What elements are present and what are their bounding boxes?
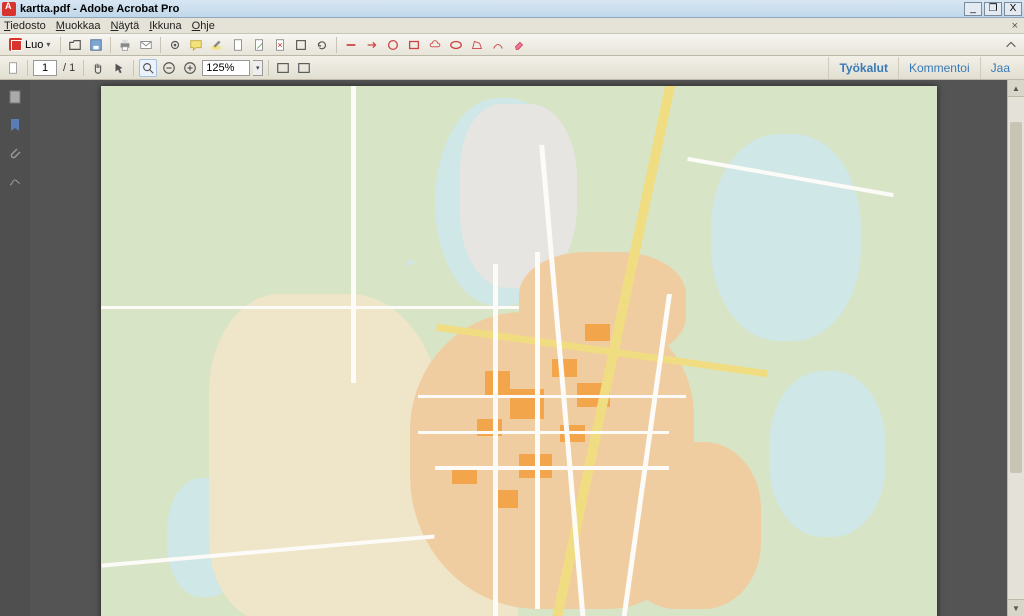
separator bbox=[133, 60, 134, 76]
page-delete-button[interactable] bbox=[271, 36, 289, 54]
scroll-thumb[interactable] bbox=[1010, 122, 1022, 473]
zoom-marquee-button[interactable] bbox=[139, 59, 157, 77]
create-button[interactable]: Luo ▾ bbox=[4, 36, 55, 54]
separator bbox=[110, 37, 111, 53]
crop-button[interactable] bbox=[292, 36, 310, 54]
create-label: Luo bbox=[25, 39, 43, 51]
polygon-tool-button[interactable] bbox=[468, 36, 486, 54]
separator bbox=[268, 60, 269, 76]
menu-view[interactable]: Näytä bbox=[110, 20, 139, 32]
side-panel bbox=[0, 80, 30, 616]
note-button[interactable] bbox=[187, 36, 205, 54]
rect-tool-button[interactable] bbox=[405, 36, 423, 54]
menu-bar: Tiedosto Muokkaa Näytä Ikkuna Ohje × bbox=[0, 18, 1024, 34]
expand-tools-button[interactable] bbox=[1002, 36, 1020, 54]
page-edit-button[interactable] bbox=[250, 36, 268, 54]
signatures-panel-button[interactable] bbox=[6, 172, 24, 190]
eraser-tool-button[interactable] bbox=[510, 36, 528, 54]
window-titlebar: kartta.pdf - Adobe Acrobat Pro _ ❐ X bbox=[0, 0, 1024, 18]
tools-link[interactable]: Työkalut bbox=[828, 57, 897, 79]
pdf-page bbox=[101, 86, 937, 616]
main-area: ▲ ▼ bbox=[0, 80, 1024, 616]
attachments-panel-button[interactable] bbox=[6, 144, 24, 162]
zoom-in-button[interactable] bbox=[181, 59, 199, 77]
circle-tool-button[interactable] bbox=[384, 36, 402, 54]
thumbnails-panel-button[interactable] bbox=[6, 88, 24, 106]
hand-tool-button[interactable] bbox=[89, 59, 107, 77]
scroll-up-button[interactable]: ▲ bbox=[1008, 80, 1024, 97]
share-link[interactable]: Jaa bbox=[980, 57, 1020, 79]
ellipse-tool-button[interactable] bbox=[447, 36, 465, 54]
line-tool-button[interactable] bbox=[342, 36, 360, 54]
comment-link[interactable]: Kommentoi bbox=[898, 57, 980, 79]
save-button[interactable] bbox=[87, 36, 105, 54]
separator bbox=[60, 37, 61, 53]
email-button[interactable] bbox=[137, 36, 155, 54]
app-icon bbox=[2, 2, 16, 16]
zoom-out-button[interactable] bbox=[160, 59, 178, 77]
select-tool-button[interactable] bbox=[110, 59, 128, 77]
navigation-toolbar: / 1 125% ▾ Työkalut Kommentoi Jaa bbox=[0, 56, 1024, 80]
menu-edit[interactable]: Muokkaa bbox=[56, 20, 101, 32]
highlight-button[interactable] bbox=[208, 36, 226, 54]
print-button[interactable] bbox=[116, 36, 134, 54]
page-number-input[interactable] bbox=[33, 60, 57, 76]
open-button[interactable] bbox=[66, 36, 84, 54]
pencil-tool-button[interactable] bbox=[489, 36, 507, 54]
read-mode-button[interactable] bbox=[274, 59, 292, 77]
menu-help[interactable]: Ohje bbox=[192, 20, 215, 32]
scroll-track[interactable] bbox=[1008, 97, 1024, 599]
bookmarks-panel-button[interactable] bbox=[6, 116, 24, 134]
zoom-dropdown-button[interactable]: ▾ bbox=[253, 60, 263, 76]
main-toolbar: Luo ▾ bbox=[0, 34, 1024, 56]
page-button[interactable] bbox=[229, 36, 247, 54]
settings-button[interactable] bbox=[166, 36, 184, 54]
separator bbox=[27, 60, 28, 76]
document-close-button[interactable]: × bbox=[1010, 20, 1020, 32]
fullscreen-button[interactable] bbox=[295, 59, 313, 77]
show-pages-button[interactable] bbox=[4, 59, 22, 77]
scroll-down-button[interactable]: ▼ bbox=[1008, 599, 1024, 616]
window-title: kartta.pdf - Adobe Acrobat Pro bbox=[20, 3, 962, 15]
page-total-label: / 1 bbox=[63, 62, 75, 74]
menu-window[interactable]: Ikkuna bbox=[149, 20, 181, 32]
cloud-tool-button[interactable] bbox=[426, 36, 444, 54]
menu-file[interactable]: Tiedosto bbox=[4, 20, 46, 32]
create-caret-icon: ▾ bbox=[46, 40, 50, 49]
rotate-button[interactable] bbox=[313, 36, 331, 54]
maximize-button[interactable]: ❐ bbox=[984, 2, 1002, 16]
minimize-button[interactable]: _ bbox=[964, 2, 982, 16]
create-icon bbox=[9, 38, 22, 51]
vertical-scrollbar[interactable]: ▲ ▼ bbox=[1007, 80, 1024, 616]
map-content bbox=[101, 86, 937, 616]
close-button[interactable]: X bbox=[1004, 2, 1022, 16]
separator bbox=[160, 37, 161, 53]
arrow-tool-button[interactable] bbox=[363, 36, 381, 54]
zoom-value-field[interactable]: 125% bbox=[202, 60, 250, 76]
separator bbox=[83, 60, 84, 76]
separator bbox=[336, 37, 337, 53]
document-viewport[interactable] bbox=[30, 80, 1007, 616]
